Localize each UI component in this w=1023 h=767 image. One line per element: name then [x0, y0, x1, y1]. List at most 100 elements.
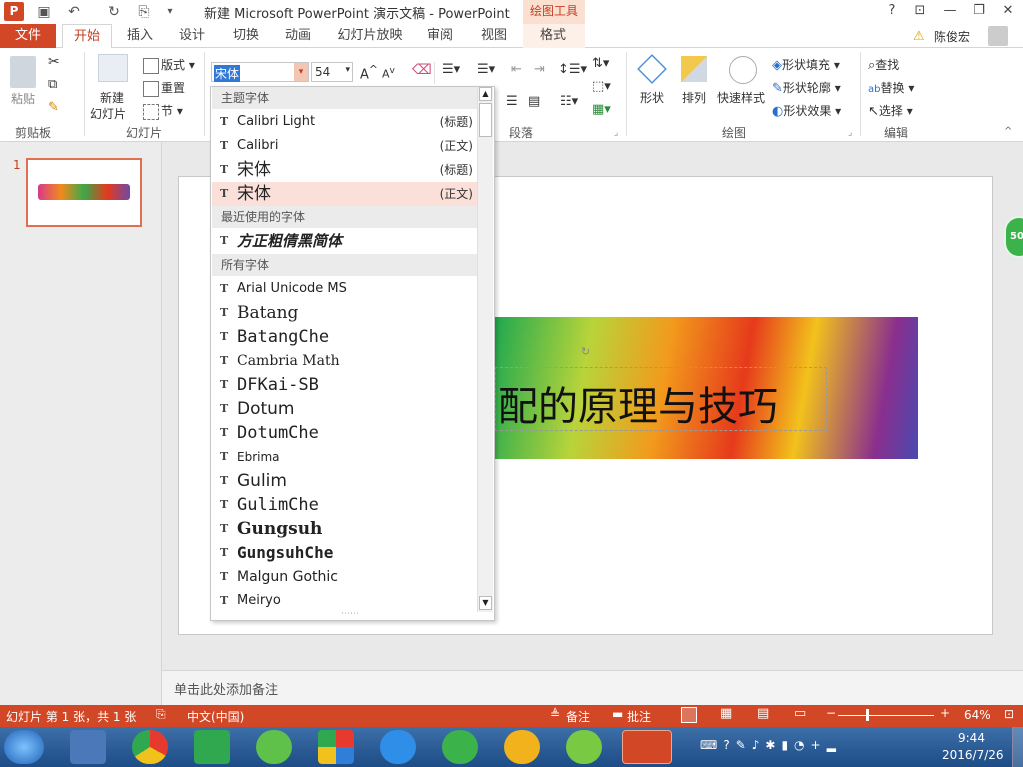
- increase-font-size-icon[interactable]: A^: [360, 63, 378, 82]
- font-size-combobox[interactable]: 54 ▾: [311, 62, 353, 82]
- font-item[interactable]: T DFKai-SB: [212, 373, 477, 397]
- font-item[interactable]: T DotumChe: [212, 421, 477, 445]
- tab-animations[interactable]: 动画: [276, 24, 320, 48]
- rotate-handle-icon[interactable]: ↻: [581, 345, 590, 358]
- bullets-icon[interactable]: ☰▾: [442, 62, 460, 77]
- reset-button[interactable]: 重置: [143, 79, 185, 97]
- line-spacing-icon[interactable]: ↕☰▾: [558, 62, 587, 77]
- app-icon[interactable]: [504, 730, 540, 764]
- tab-file[interactable]: 文件: [0, 24, 56, 48]
- zoom-out-icon[interactable]: −: [826, 706, 836, 720]
- font-item-selected[interactable]: T 宋体 (正文): [212, 182, 477, 206]
- zoom-slider-thumb[interactable]: [866, 709, 869, 721]
- shapes-icon[interactable]: [637, 54, 667, 84]
- font-size-dropdown-arrow-icon[interactable]: ▾: [345, 65, 350, 75]
- redo-icon[interactable]: ↻: [104, 2, 124, 22]
- decrease-font-size-icon[interactable]: Av: [382, 65, 395, 81]
- file-explorer-icon[interactable]: [70, 730, 106, 764]
- spellcheck-icon[interactable]: ⎘: [156, 707, 166, 722]
- resize-grip-icon[interactable]: ⋯⋯: [341, 609, 359, 619]
- font-item[interactable]: T Calibri (正文): [212, 134, 477, 158]
- shapes-button[interactable]: 形状: [640, 89, 664, 106]
- app-icon[interactable]: [566, 730, 602, 764]
- tray-icons[interactable]: ⌨?✎♪✱▮◔+▂: [700, 738, 842, 752]
- paragraph-dialog-launcher-icon[interactable]: ⌟: [614, 128, 618, 138]
- numbering-icon[interactable]: ☰▾: [477, 62, 495, 77]
- notes-icon[interactable]: ≜: [550, 707, 560, 721]
- collapse-ribbon-icon[interactable]: ^: [1004, 126, 1012, 137]
- font-item[interactable]: T GulimChe: [212, 493, 477, 517]
- customize-qat-icon[interactable]: ▾: [160, 2, 180, 22]
- app-icon[interactable]: [256, 730, 292, 764]
- zoom-slider[interactable]: [838, 715, 934, 716]
- paste-button[interactable]: 粘贴: [11, 90, 35, 107]
- new-slide-label-2[interactable]: 幻灯片: [90, 105, 126, 122]
- increase-indent-icon[interactable]: ⇥: [534, 62, 545, 77]
- comments-icon[interactable]: ▬: [612, 707, 623, 721]
- title-textbox[interactable]: 配的原理与技巧: [495, 367, 827, 431]
- smartart-icon[interactable]: ▦▾: [592, 102, 611, 117]
- floating-badge[interactable]: 50: [1004, 216, 1023, 258]
- app-icon[interactable]: [194, 730, 230, 764]
- start-button-icon[interactable]: [4, 730, 44, 764]
- select-button[interactable]: ↖选择 ▾: [868, 102, 913, 119]
- font-name-combobox[interactable]: 宋体 ▾: [211, 62, 309, 82]
- font-item[interactable]: T GungsuhChe: [212, 541, 477, 565]
- font-size-input[interactable]: 54: [315, 65, 330, 79]
- tab-slideshow[interactable]: 幻灯片放映: [332, 24, 408, 48]
- font-dropdown-scrollbar[interactable]: ▲ ▼: [477, 87, 493, 612]
- notes-pane[interactable]: [162, 670, 1023, 705]
- reading-view-icon[interactable]: ▤: [757, 706, 769, 721]
- save-icon[interactable]: ▣: [34, 2, 54, 22]
- shape-effects-button[interactable]: ◐形状效果 ▾: [772, 102, 841, 119]
- shape-outline-button[interactable]: ✎形状轮廓 ▾: [772, 79, 841, 96]
- section-button[interactable]: 节 ▾: [143, 102, 183, 120]
- tab-design[interactable]: 设计: [170, 24, 214, 48]
- font-item[interactable]: T 方正粗倩黑简体: [212, 229, 477, 253]
- notes-placeholder[interactable]: 单击此处添加备注: [174, 679, 278, 698]
- avatar[interactable]: [988, 26, 1008, 46]
- clock-time[interactable]: 9:44: [958, 731, 985, 745]
- font-item[interactable]: T Calibri Light (标题): [212, 110, 477, 134]
- decrease-indent-icon[interactable]: ⇤: [511, 62, 522, 77]
- format-painter-icon[interactable]: ✎: [48, 100, 59, 115]
- internet-explorer-icon[interactable]: [380, 730, 416, 764]
- scroll-up-icon[interactable]: ▲: [479, 87, 492, 101]
- powerpoint-taskbar-icon[interactable]: [622, 730, 672, 764]
- restore-icon[interactable]: ❐: [965, 0, 993, 24]
- new-slide-icon[interactable]: [98, 54, 128, 82]
- tab-format[interactable]: 格式: [531, 24, 575, 48]
- minimize-icon[interactable]: —: [936, 0, 964, 24]
- slide-thumbnail[interactable]: [26, 158, 142, 227]
- user-name[interactable]: 陈俊宏: [934, 28, 970, 45]
- normal-view-icon[interactable]: [681, 707, 697, 723]
- tab-insert[interactable]: 插入: [118, 24, 162, 48]
- notes-toggle[interactable]: 备注: [566, 708, 590, 725]
- arrange-button[interactable]: 排列: [682, 89, 706, 106]
- slide-sorter-icon[interactable]: ▦: [720, 706, 732, 721]
- font-name-input[interactable]: 宋体: [214, 65, 241, 82]
- font-item[interactable]: T Dotum: [212, 397, 477, 421]
- scroll-thumb[interactable]: [479, 103, 492, 137]
- slideshow-icon[interactable]: ▭: [794, 706, 806, 721]
- shape-fill-button[interactable]: ◈形状填充 ▾: [772, 56, 840, 73]
- scroll-down-icon[interactable]: ▼: [479, 596, 492, 610]
- new-slide-label-1[interactable]: 新建: [100, 89, 124, 106]
- close-icon[interactable]: ✕: [994, 0, 1022, 24]
- font-item[interactable]: T Gungsuh: [212, 517, 477, 541]
- zoom-level[interactable]: 64%: [964, 708, 991, 722]
- tab-home[interactable]: 开始: [62, 24, 112, 49]
- fit-to-window-icon[interactable]: ⊡: [1004, 707, 1014, 721]
- replace-button[interactable]: ab替换 ▾: [868, 79, 914, 96]
- font-item[interactable]: T BatangChe: [212, 325, 477, 349]
- quick-styles-icon[interactable]: [729, 56, 757, 84]
- ribbon-display-options-icon[interactable]: ⊡: [906, 0, 934, 24]
- font-item[interactable]: T Gulim: [212, 469, 477, 493]
- slide-title-text[interactable]: 配的原理与技巧: [498, 374, 778, 432]
- font-item[interactable]: T Cambria Math: [212, 349, 477, 373]
- font-item[interactable]: T Arial Unicode MS: [212, 277, 477, 301]
- justify-icon[interactable]: ▤: [528, 94, 540, 109]
- align-text-icon[interactable]: ⬚▾: [592, 79, 611, 94]
- align-center-icon[interactable]: ☰: [506, 94, 518, 109]
- language-indicator[interactable]: 中文(中国): [187, 708, 244, 725]
